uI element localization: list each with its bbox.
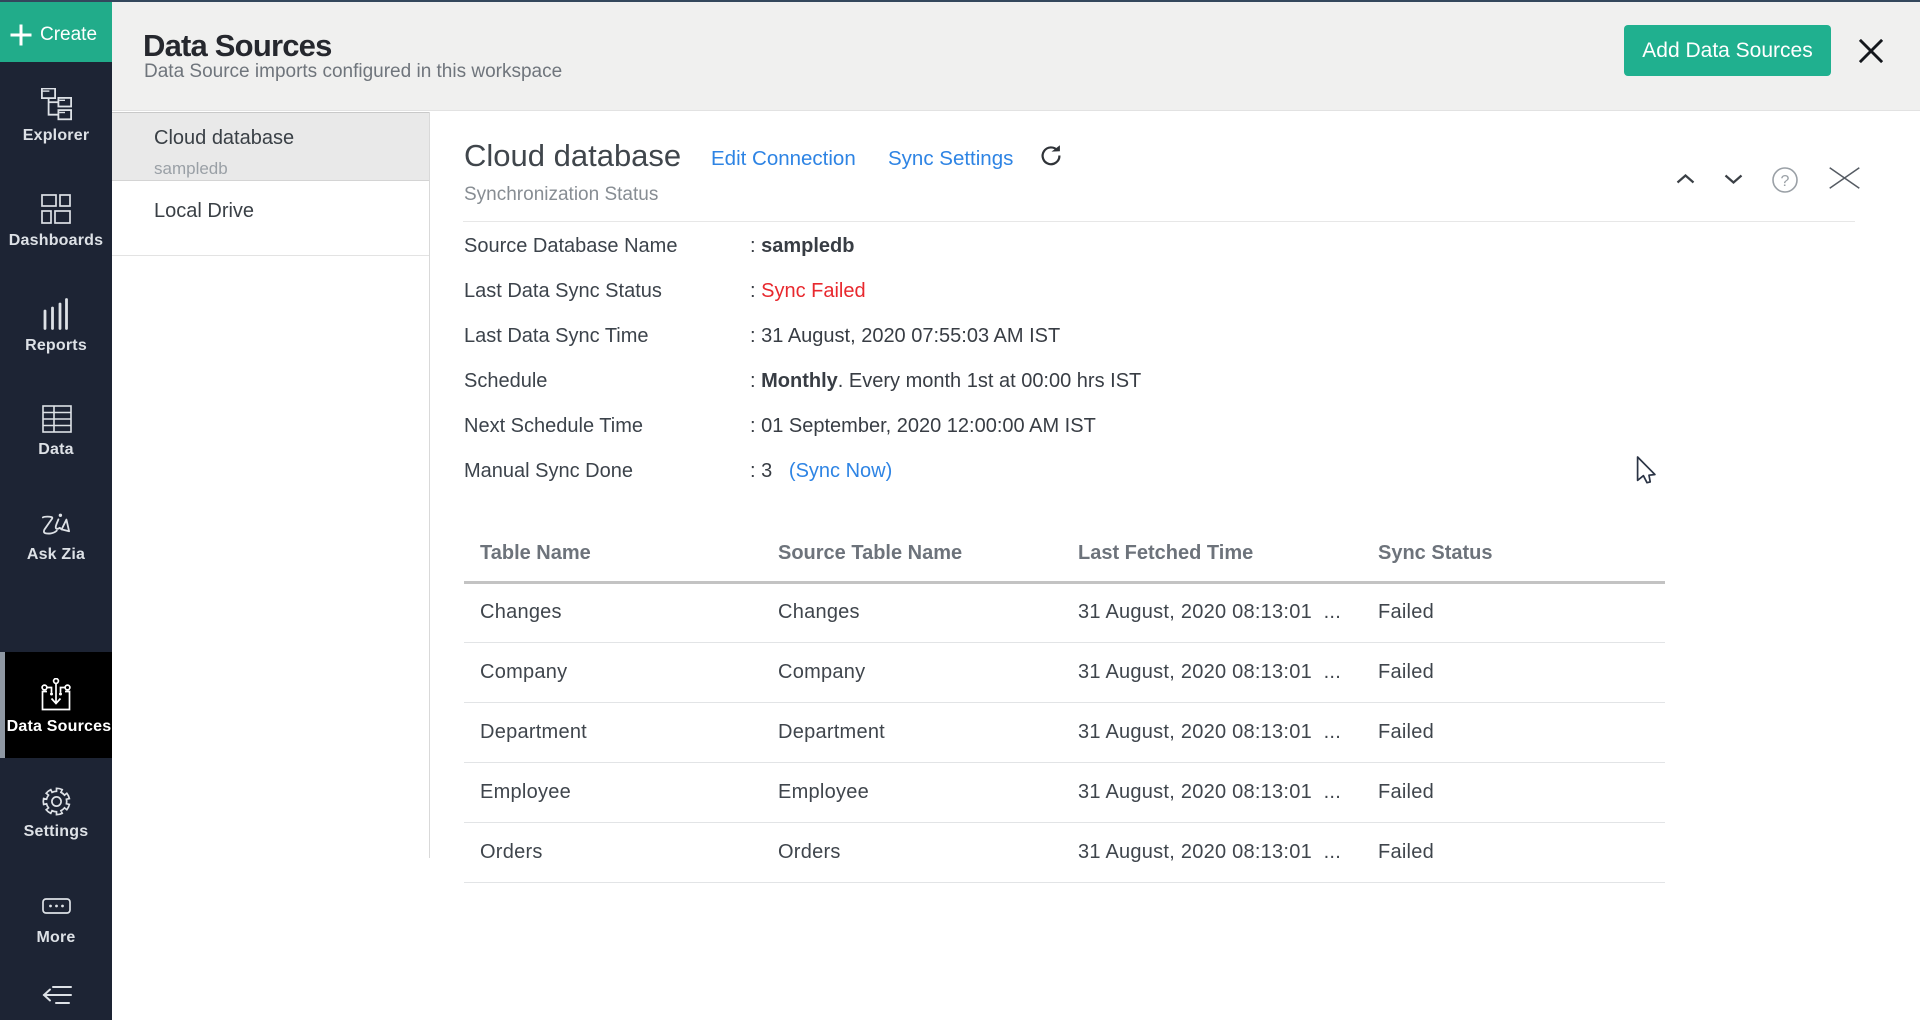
svg-text:?: ? [1781, 173, 1790, 190]
